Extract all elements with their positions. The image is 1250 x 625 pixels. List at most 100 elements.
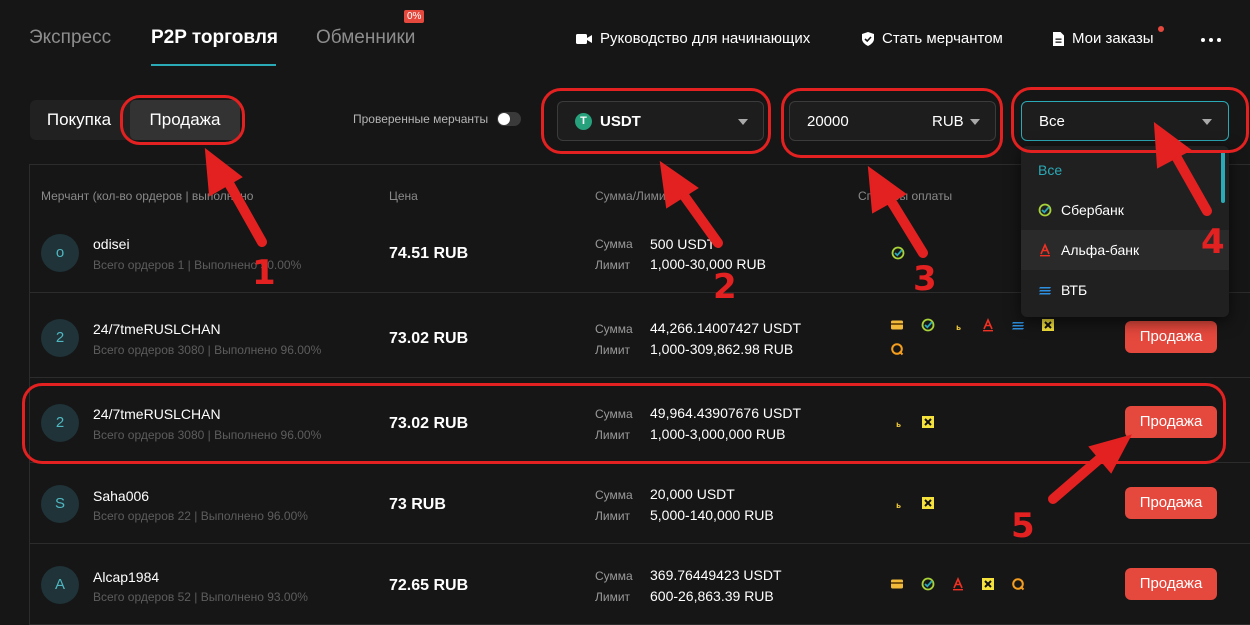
header-merchant: Мерчант (кол-во ордеров | выполнено: [41, 189, 254, 203]
sberbank-icon: [921, 318, 935, 332]
offer-price: 73 RUB: [389, 496, 446, 513]
top-navigation: Экспресс P2P торговля Обменники 0% Руков…: [0, 0, 1250, 75]
alfa-bank-icon: [1040, 243, 1050, 257]
payment-method-dropdown: Все Сбербанк Альфа-банк ВТБ: [1021, 146, 1229, 317]
annotation-outline-amount: [781, 88, 1003, 158]
avatar: S: [41, 485, 79, 523]
verified-merchants-label: Проверенные мерчанты: [353, 112, 489, 126]
video-camera-icon: [576, 33, 592, 44]
buy-button[interactable]: Покупка: [30, 100, 128, 140]
offer-price: 73.02 RUB: [389, 330, 469, 347]
dropdown-option-label: Альфа-банк: [1061, 242, 1140, 258]
alfa-bank-icon: [953, 577, 963, 591]
avatar: 2: [41, 319, 79, 357]
offer-price: 72.65 RUB: [389, 577, 469, 594]
merchant-name[interactable]: Alcap1984: [93, 569, 159, 585]
tab-exchangers[interactable]: Обменники: [316, 27, 415, 49]
notification-dot: [1158, 26, 1164, 32]
annotation-number-2: 2: [713, 267, 737, 307]
dropdown-option-label: ВТБ: [1061, 282, 1088, 298]
limit-label: Лимит: [595, 343, 631, 357]
offer-price: 74.51 RUB: [389, 245, 469, 262]
bank-card-icon: [891, 579, 903, 589]
offer-amount: 44,266.14007427 USDT: [650, 320, 801, 336]
dropdown-option-alfa-bank[interactable]: Альфа-банк: [1021, 230, 1229, 270]
annotation-number-5: 5: [1011, 506, 1035, 546]
header-price: Цена: [389, 189, 418, 203]
annotation-number-1: 1: [252, 253, 276, 293]
sell-offer-button[interactable]: Продажа: [1125, 487, 1217, 519]
limit-label: Лимит: [595, 258, 631, 272]
tab-p2p-trading[interactable]: P2P торговля: [151, 27, 278, 49]
sell-offer-button[interactable]: Продажа: [1125, 321, 1217, 353]
amount-label: Сумма: [595, 237, 633, 251]
svg-text:ь: ь: [956, 323, 961, 332]
offer-limit: 1,000-309,862.98 RUB: [650, 341, 794, 357]
annotation-number-4: 4: [1201, 222, 1225, 262]
offer-limit: 1,000-30,000 RUB: [650, 256, 766, 272]
dropdown-option-all[interactable]: Все: [1021, 150, 1229, 190]
offer-amount: 20,000 USDT: [650, 486, 735, 502]
verified-merchants-filter: Проверенные мерчанты: [353, 112, 522, 126]
raiffeisen-icon: [1042, 319, 1054, 331]
beginner-guide-link[interactable]: Руководство для начинающих: [576, 30, 810, 47]
avatar: A: [41, 566, 79, 604]
tinkoff-icon: ь: [896, 501, 901, 510]
dropdown-option-sberbank[interactable]: Сбербанк: [1021, 190, 1229, 230]
tab-express[interactable]: Экспресс: [29, 27, 111, 49]
annotation-outline-asset: [541, 88, 771, 154]
exchanger-badge: 0%: [404, 10, 425, 23]
amount-label: Сумма: [595, 322, 633, 336]
merchant-stats: Всего ордеров 52 | Выполнено 93.00%: [93, 590, 308, 604]
become-merchant-link[interactable]: Стать мерчантом: [862, 30, 1003, 47]
limit-label: Лимит: [595, 590, 631, 604]
dropdown-option-label: Все: [1038, 162, 1063, 178]
offer-limit: 600-26,863.39 RUB: [650, 588, 774, 604]
header-payment-methods: Способы оплаты: [858, 189, 953, 203]
annotation-outline-offer-row: [22, 383, 1226, 464]
qiwi-icon: [1012, 578, 1025, 591]
beginner-guide-label: Руководство для начинающих: [600, 30, 811, 47]
verified-merchants-toggle[interactable]: [497, 112, 522, 126]
bank-card-icon: [891, 320, 903, 330]
vtb-icon: [1012, 322, 1024, 330]
more-menu-icon[interactable]: [1201, 38, 1221, 42]
become-merchant-label: Стать мерчантом: [882, 30, 1003, 47]
merchant-stats: Всего ордеров 3080 | Выполнено 96.00%: [93, 343, 322, 357]
my-orders-link[interactable]: Мои заказы: [1053, 30, 1154, 47]
amount-label: Сумма: [595, 569, 633, 583]
table-row: [29, 463, 1250, 544]
table-row: [29, 544, 1250, 625]
amount-label: Сумма: [595, 488, 633, 502]
shield-check-icon: [862, 31, 874, 46]
tinkoff-icon: ь: [956, 323, 961, 332]
annotation-outline-payment: [1011, 87, 1249, 153]
my-orders-label: Мои заказы: [1072, 30, 1154, 47]
vtb-icon: [1039, 287, 1051, 295]
sell-offer-button[interactable]: Продажа: [1125, 568, 1217, 600]
header-amount-limit: Сумма/Лимит: [595, 189, 672, 203]
avatar: o: [41, 234, 79, 272]
annotation-outline-sell-tab: [120, 95, 245, 145]
raiffeisen-icon: [922, 497, 934, 509]
qiwi-icon: [891, 343, 904, 356]
merchant-name[interactable]: Saha006: [93, 488, 149, 504]
merchant-name[interactable]: odisei: [93, 236, 130, 252]
dropdown-scrollbar[interactable]: [1221, 150, 1225, 203]
raiffeisen-icon: [982, 578, 994, 590]
dropdown-option-label: Сбербанк: [1061, 202, 1124, 218]
offer-limit: 5,000-140,000 RUB: [650, 507, 774, 523]
svg-text:ь: ь: [896, 501, 901, 510]
alfa-bank-icon: [983, 318, 993, 332]
offer-amount: 369.76449423 USDT: [650, 567, 782, 583]
dropdown-option-vtb[interactable]: ВТБ: [1021, 270, 1229, 310]
sberbank-icon: [891, 246, 905, 260]
sberbank-icon: [921, 577, 935, 591]
active-tab-underline: [151, 64, 276, 66]
limit-label: Лимит: [595, 509, 631, 523]
annotation-number-3: 3: [913, 259, 937, 299]
merchant-name[interactable]: 24/7tmeRUSLCHAN: [93, 321, 221, 337]
offer-amount: 500 USDT: [650, 236, 716, 252]
document-icon: [1053, 31, 1064, 46]
merchant-stats: Всего ордеров 22 | Выполнено 96.00%: [93, 509, 308, 523]
